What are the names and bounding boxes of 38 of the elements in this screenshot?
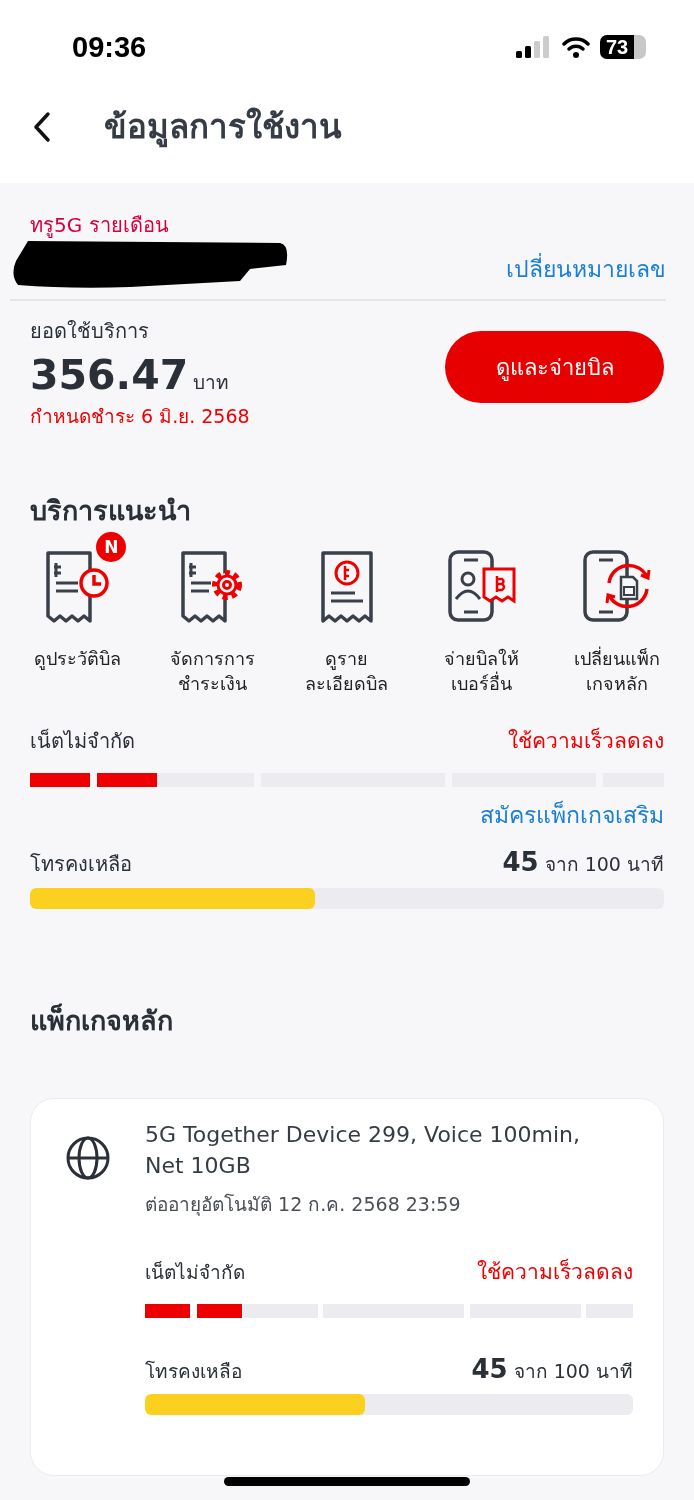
minutes-remaining: 45 <box>471 1354 508 1384</box>
phone-person-icon[interactable] <box>445 549 518 623</box>
minutes-total: จาก 100 นาที <box>544 853 664 875</box>
addon-package-link[interactable]: สมัครแพ็กเกจเสริม <box>480 802 664 828</box>
bill-amount: 356.47 <box>30 351 189 399</box>
usage-label: เน็ตไม่จำกัด <box>30 727 135 755</box>
service-label[interactable]: ดูราย ละเอียดบิล <box>305 646 389 696</box>
plan-name: ทรู5G รายเดือน <box>30 212 170 240</box>
page-title: ข้อมูลการใช้งาน <box>104 106 342 150</box>
minutes-total: จาก 100 นาที <box>513 1360 633 1382</box>
currency: บาท <box>193 371 230 393</box>
package-name: 5G Together Device 299, Voice 100min, Net 10GB <box>145 1121 582 1180</box>
bill-label: ยอดใช้บริการ <box>30 318 150 345</box>
battery-icon: 73 <box>600 35 646 59</box>
phone-sim-icon[interactable] <box>580 549 653 623</box>
section-title: บริการแนะนำ <box>30 494 192 528</box>
service-label[interactable]: จ่ายบิลให้ เบอร์อื่น <box>444 646 520 696</box>
usage-label: โทรคงเหลือ <box>145 1359 242 1384</box>
wifi-icon <box>562 36 590 58</box>
service-label[interactable]: เปลี่ยนแพ็ก เกจหลัก <box>573 646 660 696</box>
service-label[interactable]: จัดการการ ชำระเงิน <box>169 646 255 696</box>
signal-icon <box>516 36 552 58</box>
minutes-remaining: 45 <box>502 847 539 877</box>
due-date: กำหนดชำระ 6 มิ.ย. 2568 <box>30 404 250 429</box>
new-badge: N <box>96 532 127 562</box>
receipt-coin-icon[interactable] <box>319 549 375 623</box>
service-label[interactable]: ดูประวัติบิล <box>33 646 121 671</box>
pay-bill-button[interactable]: ดูและจ่ายบิล <box>445 331 664 403</box>
speed-status: ใช้ความเร็วลดลง <box>508 726 664 755</box>
back-icon[interactable] <box>32 110 52 143</box>
speed-status: ใช้ความเร็วลดลง <box>477 1257 633 1286</box>
globe-icon <box>65 1135 111 1181</box>
usage-label: เน็ตไม่จำกัด <box>145 1260 245 1285</box>
usage-label: โทรคงเหลือ <box>30 851 132 878</box>
section-title: แพ็กเกจหลัก <box>30 1002 174 1038</box>
renewal-date: ต่ออายุอัตโนมัติ 12 ก.ค. 2568 23:59 <box>145 1192 462 1218</box>
change-number-link[interactable]: เปลี่ยนหมายเลข <box>506 251 666 287</box>
clock: 09:36 <box>72 30 147 64</box>
